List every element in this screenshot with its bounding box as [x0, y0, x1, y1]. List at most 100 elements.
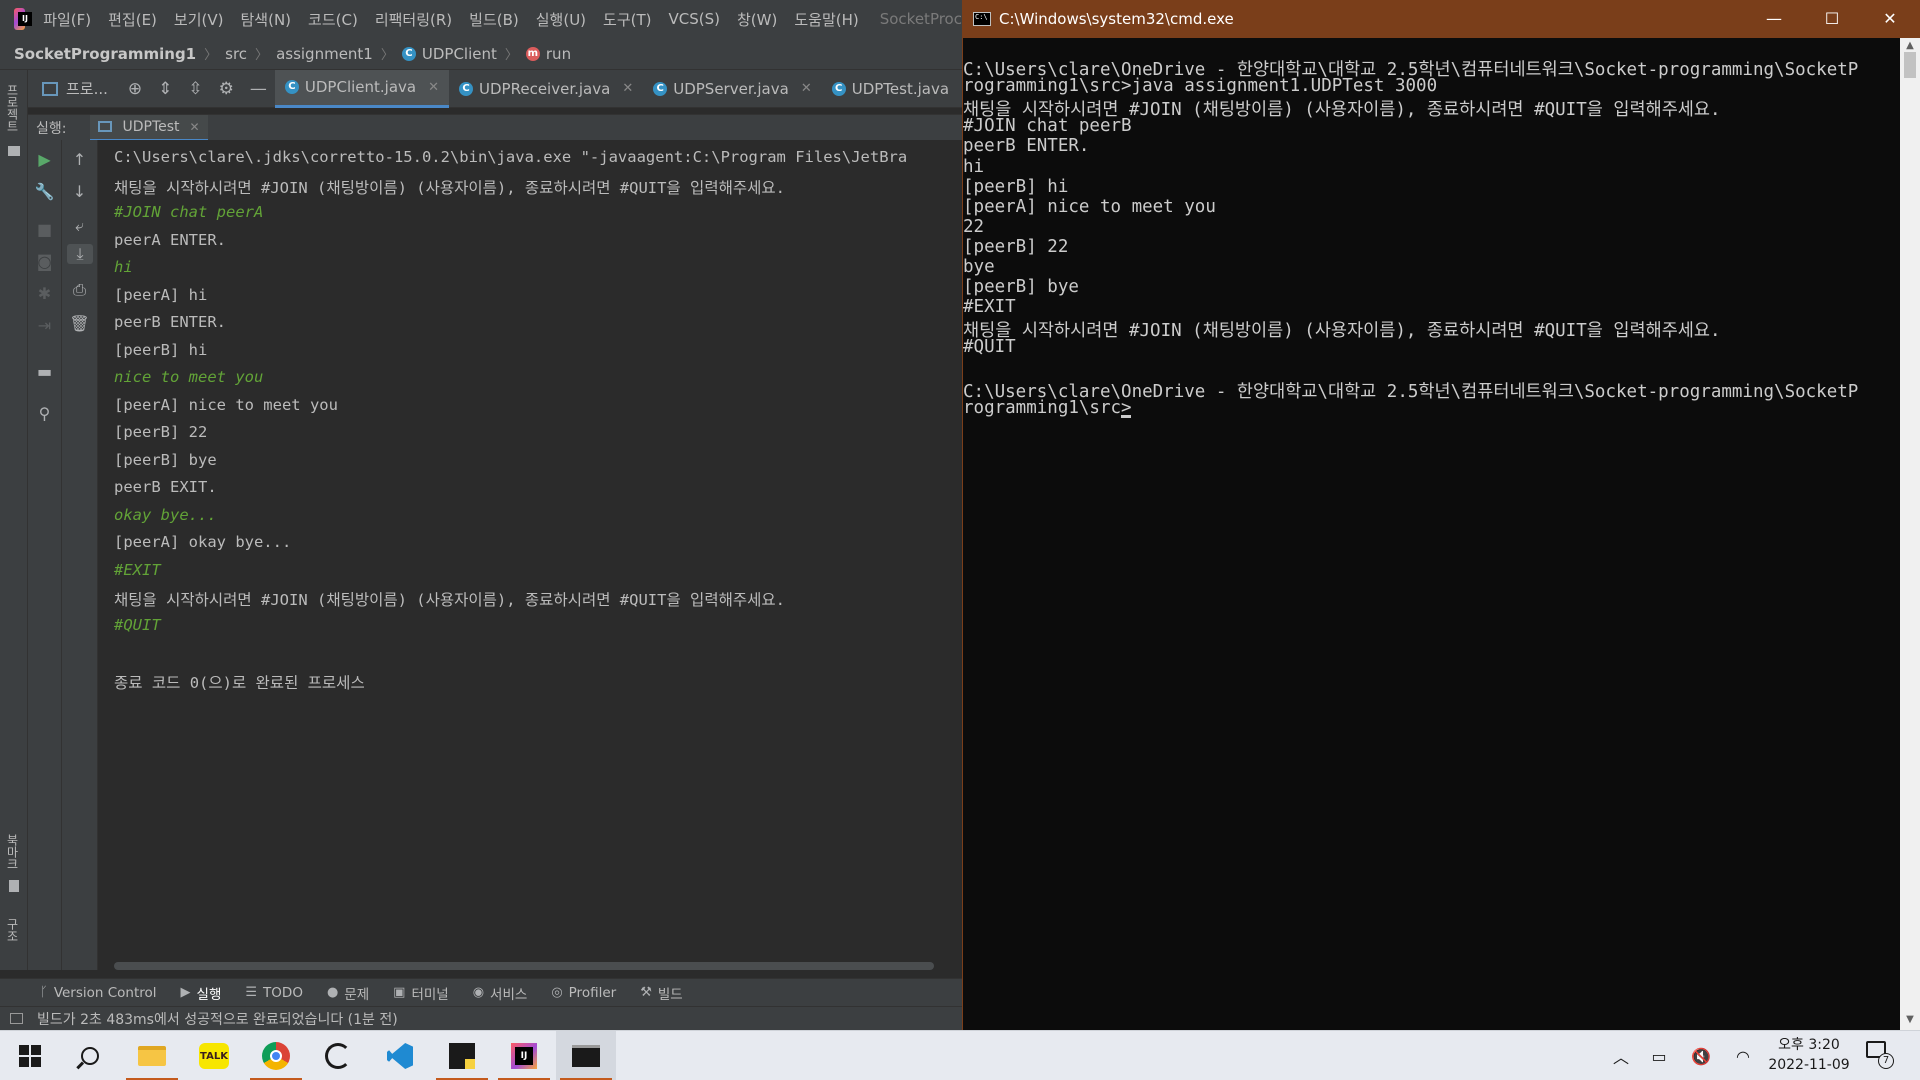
structure-tool-label[interactable]: 구조 — [4, 918, 21, 942]
tab-udptest[interactable]: CUDPTest.java✕ — [822, 70, 962, 108]
tab-udpserver[interactable]: C UDPServer.java ✕ — [643, 70, 822, 108]
bookmark-icon[interactable] — [9, 880, 19, 892]
bug-icon[interactable]: ✱ — [28, 284, 61, 303]
taskbar-whale[interactable] — [308, 1031, 368, 1080]
desktop: 파일(F) 편집(E) 보기(V) 탐색(N) 코드(C) 리팩터링(R) 빌드… — [0, 0, 1920, 1080]
console-output-line: [peerB] 22 — [114, 423, 208, 441]
project-view-button[interactable]: 프로... — [42, 78, 108, 99]
folder-icon[interactable] — [8, 146, 20, 156]
soft-wrap-icon[interactable]: ⤶ — [62, 216, 97, 236]
stop-icon[interactable]: ■ — [28, 220, 61, 239]
menu-file[interactable]: 파일(F) — [43, 9, 91, 30]
breadcrumb-class[interactable]: C UDPClient — [401, 45, 497, 63]
locate-icon[interactable]: ⊕ — [128, 79, 142, 99]
menu-run[interactable]: 실행(U) — [536, 9, 586, 30]
tool-version-control[interactable]: ᚴ Version Control — [40, 985, 157, 1001]
close-icon[interactable]: ✕ — [428, 80, 439, 95]
breadcrumb-project[interactable]: SocketProgramming1 — [14, 45, 196, 63]
exit-icon[interactable]: ⇥ — [28, 316, 61, 335]
rerun-icon[interactable]: ▶ — [28, 150, 61, 169]
menu-code[interactable]: 코드(C) — [308, 9, 358, 30]
scroll-thumb[interactable] — [1904, 52, 1916, 78]
intellij-logo-icon[interactable] — [14, 8, 33, 30]
menu-navigate[interactable]: 탐색(N) — [241, 9, 292, 30]
wrench-icon[interactable]: 🔧 — [28, 182, 61, 201]
taskbar-intellij[interactable] — [494, 1031, 554, 1080]
console-output-line: [peerA] okay bye... — [114, 533, 292, 551]
tool-problems[interactable]: ● 문제 — [327, 983, 369, 1003]
scroll-to-end-icon[interactable]: ⤓ — [67, 244, 93, 264]
speaker-muted-icon[interactable]: 🔇 — [1684, 1031, 1718, 1080]
trash-icon[interactable]: 🗑 — [62, 314, 97, 333]
notification-center-button[interactable]: 7 — [1866, 1041, 1896, 1071]
breadcrumb-package[interactable]: assignment1 — [276, 45, 373, 63]
window-title: SocketProc — [879, 10, 962, 28]
cmd-line: [peerA] nice to meet you — [963, 196, 1216, 217]
taskbar-kakaotalk[interactable]: TALK — [184, 1031, 244, 1080]
menu-view[interactable]: 보기(V) — [174, 9, 224, 30]
menu-help[interactable]: 도움말(H) — [794, 9, 858, 30]
tool-label: 문제 — [344, 986, 370, 1003]
menu-tools[interactable]: 도구(T) — [603, 9, 651, 30]
tool-terminal[interactable]: ▣ 터미널 — [393, 983, 449, 1003]
menu-build[interactable]: 빌드(B) — [469, 9, 519, 30]
breadcrumb-method[interactable]: m run — [525, 45, 571, 63]
intellij-icon — [511, 1043, 537, 1069]
tool-todo[interactable]: ☰ TODO — [245, 985, 303, 1001]
arrow-down-icon[interactable]: ↓ — [62, 182, 97, 201]
pin-icon[interactable]: ⚲ — [28, 404, 61, 423]
arrow-up-icon[interactable]: ↑ — [62, 150, 97, 169]
menu-edit[interactable]: 편집(E) — [108, 9, 157, 30]
tool-windows-icon[interactable] — [10, 1013, 23, 1024]
gear-icon[interactable]: ⚙ — [219, 79, 234, 99]
close-button[interactable]: ✕ — [1861, 0, 1919, 38]
menu-refactor[interactable]: 리팩터링(R) — [375, 9, 452, 30]
maximize-button[interactable]: ☐ — [1803, 0, 1861, 38]
close-icon[interactable]: ✕ — [622, 81, 633, 96]
class-icon: C — [401, 46, 416, 61]
close-icon[interactable]: ✕ — [801, 81, 812, 96]
run-console[interactable]: C:\Users\clare\.jdks\corretto-15.0.2\bin… — [98, 140, 962, 970]
taskbar-file-explorer[interactable] — [122, 1031, 182, 1080]
search-button[interactable] — [60, 1031, 120, 1080]
scroll-up-icon[interactable]: ▲ — [1900, 40, 1920, 51]
vertical-scrollbar[interactable]: ▲ ▼ — [1900, 38, 1920, 1030]
run-tab-udptest[interactable]: UDPTest ✕ — [90, 114, 208, 141]
breadcrumb-src[interactable]: src — [225, 45, 247, 63]
taskbar-cmd[interactable] — [556, 1031, 616, 1080]
tool-services[interactable]: ◉ 서비스 — [473, 983, 528, 1003]
close-icon[interactable]: ✕ — [190, 120, 200, 134]
menu-vcs[interactable]: VCS(S) — [669, 10, 720, 28]
project-tool-label[interactable]: 프로젝트 — [4, 84, 21, 132]
tool-profiler[interactable]: ◎ Profiler — [551, 985, 616, 1001]
tool-build[interactable]: ⚒ 빌드 — [640, 983, 683, 1003]
battery-icon[interactable]: ▭ — [1642, 1031, 1676, 1080]
taskbar-sticky-notes[interactable] — [432, 1031, 492, 1080]
chevron-right-icon: 〉 — [255, 48, 269, 63]
expand-all-icon[interactable]: ⇕ — [158, 79, 172, 99]
scroll-down-icon[interactable]: ▼ — [1900, 1014, 1920, 1025]
minimize-button[interactable]: — — [1745, 0, 1803, 38]
taskbar-vscode[interactable] — [370, 1031, 430, 1080]
console-input-line: #QUIT — [114, 615, 161, 634]
chevron-up-icon[interactable]: ︿ — [1604, 1031, 1638, 1080]
camera-icon[interactable]: ◙ — [28, 252, 61, 271]
clock[interactable]: 오후 3:20 2022-11-09 — [1764, 1035, 1854, 1075]
tool-run[interactable]: ▶ 실행 — [181, 983, 222, 1003]
cmd-title-bar[interactable]: C:\Windows\system32\cmd.exe — ☐ ✕ — [963, 0, 1920, 38]
wifi-icon[interactable]: ◠ — [1726, 1031, 1760, 1080]
minimize-icon[interactable]: — — [250, 79, 267, 99]
tab-udpreceiver[interactable]: C UDPReceiver.java ✕ — [449, 70, 643, 108]
cmd-line: 22 — [963, 216, 985, 237]
bookmarks-tool-label[interactable]: 북마크 — [4, 834, 21, 870]
collapse-all-icon[interactable]: ⇳ — [188, 79, 202, 99]
menu-window[interactable]: 창(W) — [737, 9, 777, 30]
horizontal-scrollbar[interactable] — [114, 962, 934, 970]
cmd-line: 채팅을 시작하시려면 #JOIN (채팅방이름) (사용자이름), 종료하시려면… — [963, 321, 1721, 342]
tab-udpclient[interactable]: C UDPClient.java ✕ — [274, 69, 450, 108]
layout-icon[interactable]: ▬ — [28, 362, 61, 381]
taskbar-chrome[interactable] — [246, 1031, 306, 1080]
start-button[interactable] — [0, 1031, 60, 1080]
print-icon[interactable]: ⎙ — [62, 280, 97, 300]
cmd-output[interactable]: C:\Users\clare\OneDrive - 한양대학교\대학교 2.5학… — [963, 38, 1901, 1030]
